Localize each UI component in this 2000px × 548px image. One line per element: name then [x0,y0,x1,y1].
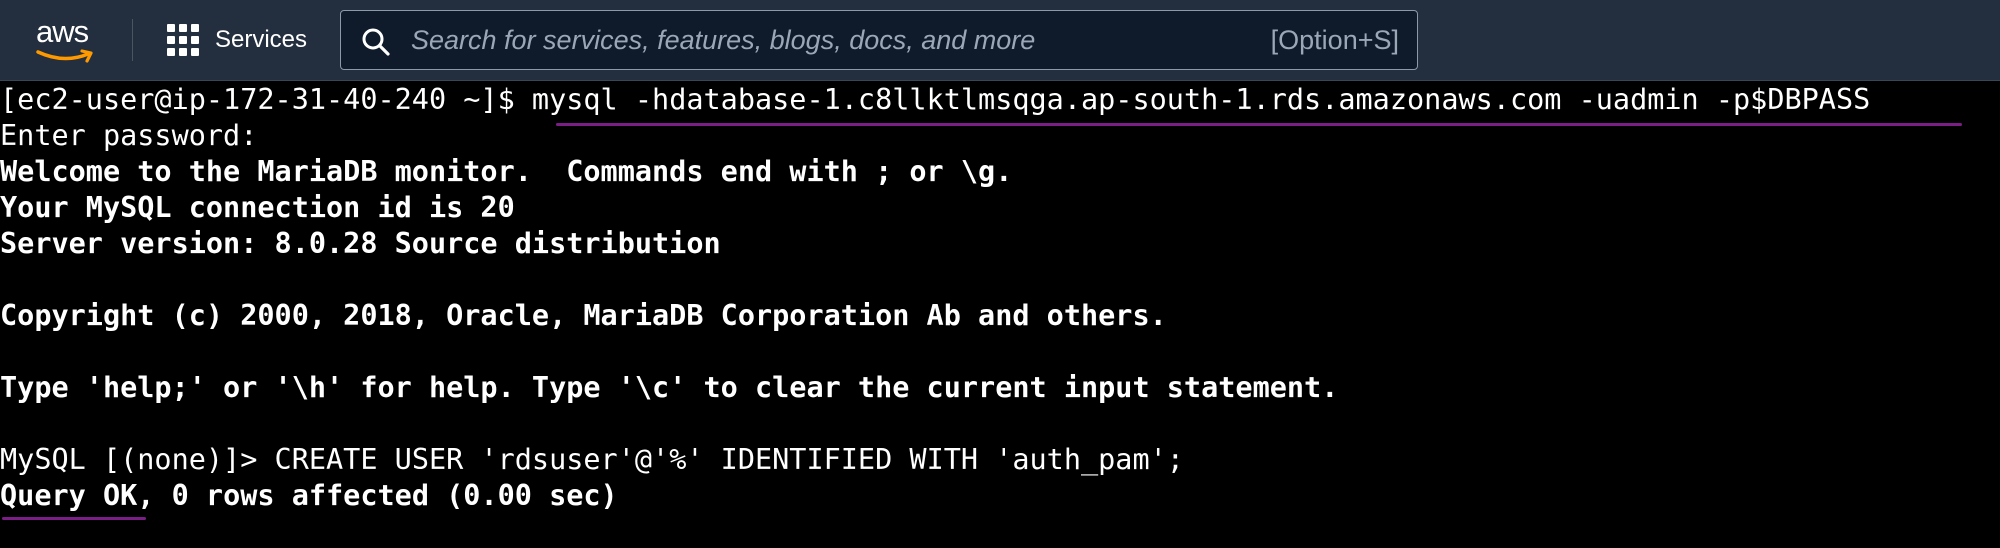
terminal-output-line: Server version: 8.0.28 Source distributi… [0,227,721,260]
aws-top-navigation-bar: aws Services [Option+S] [0,0,2000,81]
search-shortcut-hint: [Option+S] [1270,25,1399,55]
terminal-output-line: Type 'help;' or '\h' for help. Type '\c'… [0,371,1339,404]
app-grid-icon [167,24,199,56]
aws-smile-icon [36,49,93,63]
search-input[interactable] [411,11,1231,69]
terminal-output-line: Copyright (c) 2000, 2018, Oracle, MariaD… [0,299,1167,332]
query-ok-status: Query OK [0,479,138,512]
terminal-output-line: Your MySQL connection id is 20 [0,191,515,224]
query-ok-highlight-underline [2,517,146,520]
services-label: Services [215,26,308,53]
terminal-output-line: Welcome to the MariaDB monitor. Commands… [0,155,1013,188]
services-menu-button[interactable]: Services [167,22,307,58]
shell-command: mysql -hdatabase-1.c8llktlmsqga.ap-south… [531,83,1871,116]
aws-logo-text: aws [36,14,89,49]
terminal-output-line: Enter password: [0,119,258,152]
query-result-detail: , 0 rows affected (0.00 sec) [137,479,618,512]
terminal-command-line: [ec2-user@ip-172-31-40-240 ~]$ mysql -hd… [0,82,1870,118]
search-icon [362,28,390,56]
mysql-prompt: MySQL [(none)]> [0,443,275,476]
sql-statement: CREATE USER 'rdsuser'@'%' IDENTIFIED WIT… [274,443,1184,476]
mysql-command-line: MySQL [(none)]> CREATE USER 'rdsuser'@'%… [0,442,1184,478]
terminal-window[interactable]: [ec2-user@ip-172-31-40-240 ~]$ mysql -hd… [0,82,2000,548]
aws-logo[interactable]: aws [36,14,98,63]
search-bar[interactable]: [Option+S] [340,10,1418,70]
query-result-line: Query OK, 0 rows affected (0.00 sec) [0,478,618,514]
nav-divider [132,19,133,61]
shell-prompt: [ec2-user@ip-172-31-40-240 ~]$ [0,83,532,116]
command-highlight-underline [556,123,1962,126]
